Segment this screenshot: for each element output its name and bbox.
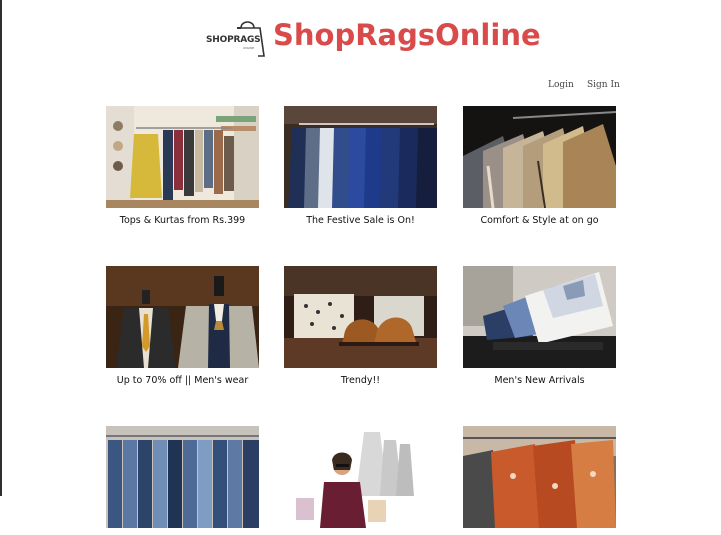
product-image-trendy[interactable] [284,266,437,368]
product-card[interactable]: Men's New Arrivals [463,266,616,386]
product-image-tops-kurtas[interactable] [106,106,259,208]
product-caption: Tops & Kurtas from Rs.399 [119,215,246,226]
product-image-comfort-style[interactable] [463,106,616,208]
product-card[interactable] [463,426,616,535]
product-image-mens-new-arrivals[interactable] [463,266,616,368]
login-link[interactable]: Login [548,80,574,90]
product-card[interactable]: Tops & Kurtas from Rs.399 [106,106,259,226]
product-caption: Trendy!! [340,375,381,386]
window-left-border [0,0,2,496]
product-card[interactable]: Trendy!! [284,266,437,386]
product-caption: Men's New Arrivals [494,375,585,386]
product-caption: Comfort & Style at on go [480,215,599,226]
product-image-jeans[interactable] [106,426,259,528]
site-title[interactable]: ShopRagsOnline [273,18,541,52]
product-card[interactable]: Comfort & Style at on go [463,106,616,226]
product-image-mens-wear-sale[interactable] [106,266,259,368]
product-image-shirts[interactable] [463,426,616,528]
product-card[interactable] [106,426,259,535]
product-caption: Up to 70% off || Men's wear [116,375,249,386]
product-image-festive-sale[interactable] [284,106,437,208]
product-image-shopping-woman[interactable] [284,426,437,528]
product-card[interactable]: Up to 70% off || Men's wear [106,266,259,386]
product-card[interactable]: The Festive Sale is On! [284,106,437,226]
signin-link[interactable]: Sign In [587,80,620,90]
logo-wordmark: SHOPRAGS [206,35,261,45]
site-header: SHOPRAGS ONLINE ShopRagsOnline [0,0,721,70]
product-card[interactable] [284,426,437,535]
product-caption: The Festive Sale is On! [306,215,415,226]
logo-subtext: ONLINE [243,46,255,50]
